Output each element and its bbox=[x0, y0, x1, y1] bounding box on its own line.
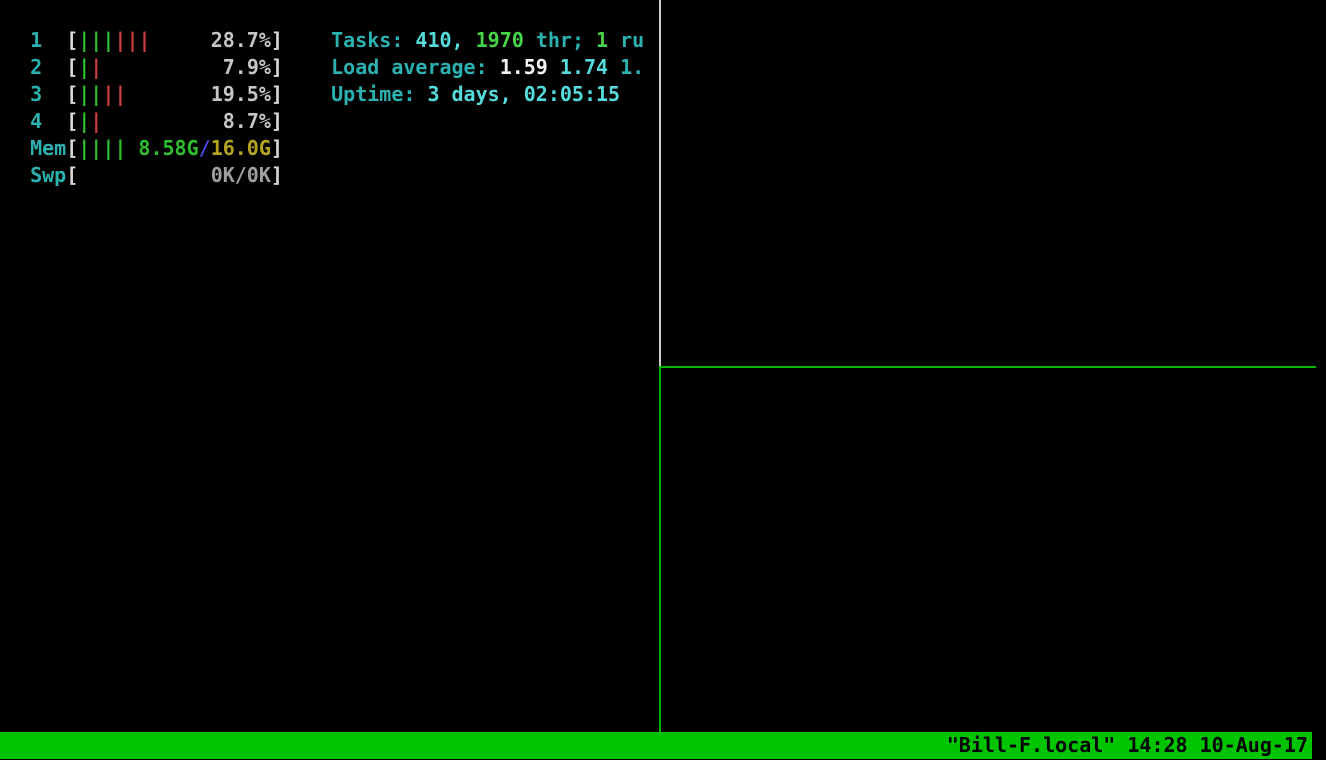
meter-row-4: 4[||8.7%] bbox=[6, 108, 666, 135]
tmux-screen: 1[||||||28.7%]Tasks: 410, 1970 thr; 1 ru… bbox=[0, 0, 1326, 760]
meter-bars: |||| bbox=[78, 81, 126, 108]
load-average: Load average: 1.59 1.74 1. bbox=[331, 55, 644, 79]
meter-label: 1 bbox=[30, 27, 66, 54]
blank-row bbox=[6, 0, 666, 27]
meter-row-2: 2[||7.9%]Load average: 1.59 1.74 1. bbox=[6, 54, 666, 81]
htop-pane: 1[||||||28.7%]Tasks: 410, 1970 thr; 1 ru… bbox=[0, 0, 666, 731]
meter-row-1: 1[||||||28.7%]Tasks: 410, 1970 thr; 1 ru bbox=[6, 27, 666, 54]
status-host-time: "Bill-F.local" 14:28 10-Aug-17 bbox=[947, 732, 1308, 759]
digital-clock bbox=[795, 82, 1175, 219]
meter-value: 8.58G/16.0G bbox=[138, 135, 270, 162]
clock-pane bbox=[661, 0, 1316, 366]
meter-bars: |||||| bbox=[78, 27, 150, 54]
meter-label: 2 bbox=[30, 54, 66, 81]
htop-function-key-bar bbox=[0, 702, 660, 729]
meter-label: 3 bbox=[30, 81, 66, 108]
meter-mem: |||| 8.58G/16.0G bbox=[78, 135, 271, 162]
meter-value: 0K/0K bbox=[211, 162, 271, 189]
meter-row-3: 3[||||19.5%]Uptime: 3 days, 02:05:15 bbox=[6, 81, 666, 108]
meter-bars: || bbox=[78, 54, 102, 81]
tmux-status-bar: "Bill-F.local" 14:28 10-Aug-17 bbox=[0, 732, 1312, 759]
tasks-summary: Tasks: 410, 1970 thr; 1 ru bbox=[331, 28, 644, 52]
meter-row-mem: Mem[||||8.58G/16.0G] bbox=[6, 135, 666, 162]
meter-bars: || bbox=[78, 108, 102, 135]
meter-value: 7.9% bbox=[223, 54, 271, 81]
htop-content: 1[||||||28.7%]Tasks: 410, 1970 thr; 1 ru… bbox=[6, 0, 666, 216]
meter-label: Mem bbox=[30, 135, 66, 162]
meter-value: 19.5% bbox=[211, 81, 271, 108]
meter-3: |||| 19.5% bbox=[78, 81, 271, 108]
blank-row bbox=[6, 189, 666, 216]
uptime: Uptime: 3 days, 02:05:15 bbox=[331, 82, 620, 106]
meter-row-swp: Swp[0K/0K] bbox=[6, 162, 666, 189]
meter-bars: |||| bbox=[78, 135, 126, 162]
meter-2: || 7.9% bbox=[78, 54, 271, 81]
meter-value: 8.7% bbox=[223, 108, 271, 135]
meter-value: 28.7% bbox=[211, 27, 271, 54]
meter-label: 4 bbox=[30, 108, 66, 135]
meter-1: |||||| 28.7% bbox=[78, 27, 271, 54]
shell-pane[interactable] bbox=[661, 368, 1316, 732]
meter-swp: 0K/0K bbox=[78, 162, 271, 189]
meter-label: Swp bbox=[30, 162, 66, 189]
meter-4: || 8.7% bbox=[78, 108, 271, 135]
